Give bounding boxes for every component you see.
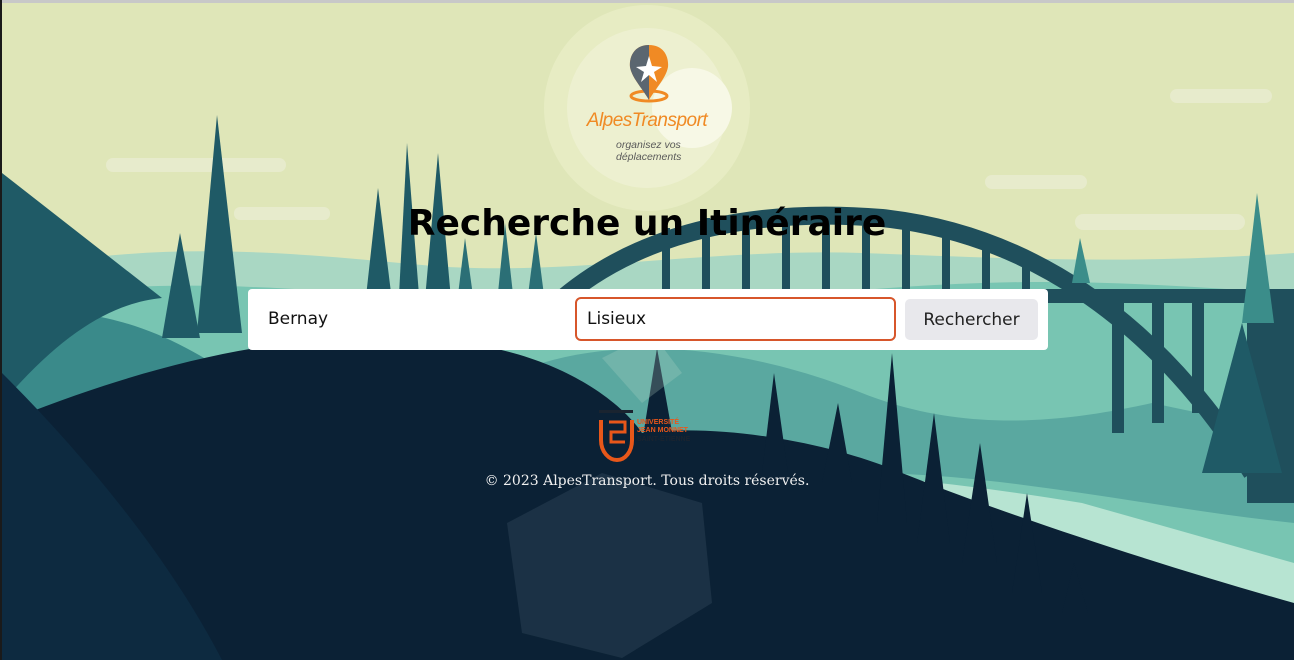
alpestransport-logo: AlpesTransport organisez vos déplacement… — [572, 40, 722, 170]
brand-name: AlpesTransport — [586, 110, 708, 131]
university-name-line2: JEAN MONNET — [637, 427, 688, 434]
ujm-emblem-icon — [599, 410, 634, 463]
brand-tagline: organisez vos — [616, 139, 681, 151]
footer-copyright: © 2023 AlpesTransport. Tous droits réser… — [484, 473, 810, 489]
departure-input[interactable] — [258, 299, 568, 339]
brand-tagline-2: déplacements — [616, 151, 682, 163]
page-title: Recherche un Itinéraire — [407, 203, 887, 244]
map-pin-compass-icon — [629, 45, 669, 103]
university-name-line3: SAINT-ÉTIENNE — [637, 436, 691, 443]
university-logo: UNIVERSITÉ JEAN MONNET SAINT-ÉTIENNE — [597, 408, 701, 464]
search-button[interactable]: Rechercher — [905, 299, 1038, 340]
university-name-line1: UNIVERSITÉ — [637, 419, 680, 426]
destination-input[interactable] — [575, 297, 896, 341]
search-form: Rechercher — [248, 289, 1048, 350]
